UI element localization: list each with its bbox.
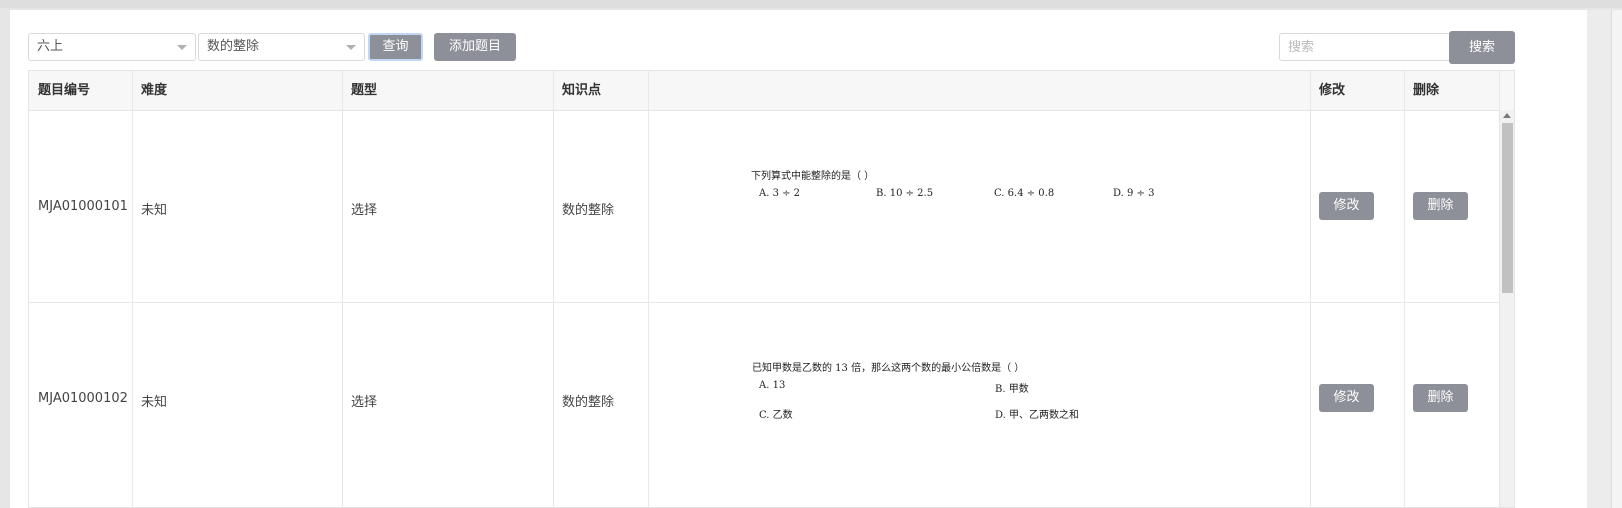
cell-type: 选择 xyxy=(351,203,378,218)
question-table: 题目编号 难度 题型 知识点 修改 删除 MJA01000101 未知 选择 数… xyxy=(28,70,1515,508)
scrollbar-thumb[interactable] xyxy=(1502,123,1513,293)
cell-topic: 数的整除 xyxy=(562,395,615,410)
table-header: 题目编号 难度 题型 知识点 修改 删除 xyxy=(29,71,1514,111)
search-input[interactable] xyxy=(1279,33,1451,61)
search-button[interactable]: 搜索 xyxy=(1449,31,1515,64)
question-stem: 已知甲数是乙数的 13 倍，那么这两个数的最小公倍数是（ ） xyxy=(752,363,1025,374)
cell-topic: 数的整除 xyxy=(562,203,615,218)
chevron-down-icon xyxy=(346,45,356,50)
option-c: C. 6.4 ÷ 0.8 xyxy=(994,188,1055,199)
grade-select-value: 六上 xyxy=(37,39,64,54)
header-question xyxy=(648,71,1310,110)
add-question-button[interactable]: 添加题目 xyxy=(434,33,516,61)
window-top-strip xyxy=(0,0,1622,8)
header-topic: 知识点 xyxy=(562,83,602,98)
option-d: D. 9 ÷ 3 xyxy=(1113,188,1155,199)
delete-button[interactable]: 删除 xyxy=(1413,192,1468,220)
header-edit: 修改 xyxy=(1319,83,1346,98)
cell-type: 选择 xyxy=(351,395,378,410)
page-scrollbar[interactable] xyxy=(1611,10,1622,508)
scroll-up-icon[interactable] xyxy=(1503,113,1511,118)
header-id: 题目编号 xyxy=(38,83,91,98)
table-row: MJA01000101 未知 选择 数的整除 下列算式中能整除的是（ ） A. … xyxy=(29,111,1499,303)
chevron-down-icon xyxy=(177,45,187,50)
option-b: B. 10 ÷ 2.5 xyxy=(876,188,934,199)
table-scrollbar[interactable] xyxy=(1499,110,1514,507)
cell-difficulty: 未知 xyxy=(141,203,168,218)
cell-difficulty: 未知 xyxy=(141,395,168,410)
query-button[interactable]: 查询 xyxy=(368,33,423,61)
cell-id: MJA01000101 xyxy=(38,199,128,214)
main-panel: 六上 数的整除 查询 添加题目 搜索 题目编号 难度 题型 知识点 修改 删除 … xyxy=(10,10,1587,508)
edit-button[interactable]: 修改 xyxy=(1319,384,1374,412)
table-row: MJA01000102 未知 选择 数的整除 已知甲数是乙数的 13 倍，那么这… xyxy=(29,303,1499,507)
delete-button[interactable]: 删除 xyxy=(1413,384,1468,412)
edit-button[interactable]: 修改 xyxy=(1319,192,1374,220)
option-d: D. 甲、乙两数之和 xyxy=(995,410,1080,421)
topic-select-value: 数的整除 xyxy=(207,39,260,54)
option-c: C. 乙数 xyxy=(759,410,793,421)
header-difficulty: 难度 xyxy=(141,83,168,98)
option-b: B. 甲数 xyxy=(995,384,1029,395)
cell-id: MJA01000102 xyxy=(38,391,128,406)
header-type: 题型 xyxy=(351,83,378,98)
page-scrollbar-area xyxy=(1587,10,1622,508)
grade-select[interactable]: 六上 xyxy=(28,33,196,61)
question-stem: 下列算式中能整除的是（ ） xyxy=(751,171,875,182)
option-a: A. 13 xyxy=(759,380,786,391)
header-delete: 删除 xyxy=(1413,83,1440,98)
option-a: A. 3 ÷ 2 xyxy=(759,188,801,199)
topic-select[interactable]: 数的整除 xyxy=(198,33,365,61)
